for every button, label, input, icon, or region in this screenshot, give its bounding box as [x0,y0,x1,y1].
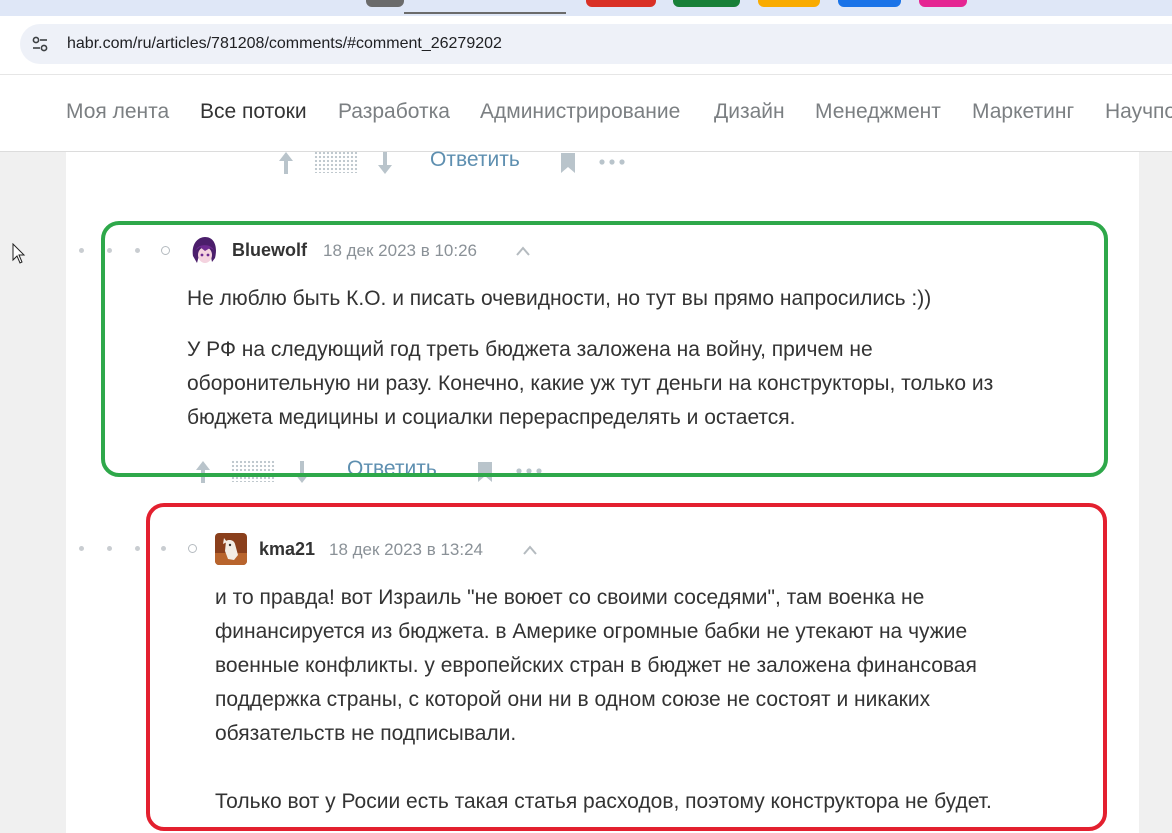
thread-marker[interactable] [161,246,170,255]
more-icon[interactable] [598,152,626,172]
habr-nav: Моя лента Все потоки Разработка Админист… [0,74,1172,152]
comment-line: обязательств не подписывали. [215,722,517,745]
thread-dot [79,546,84,551]
active-tab-indicator [404,12,566,14]
address-bar[interactable]: habr.com/ru/articles/781208/comments/#co… [20,24,1172,64]
comment-body: Не люблю быть К.О. и писать очевидности,… [187,282,993,435]
browser-tab-strip [0,0,1172,16]
rating-placeholder [314,151,358,173]
browser-tab[interactable] [838,0,901,7]
address-bar-url[interactable]: habr.com/ru/articles/781208/comments/#co… [67,35,502,53]
chevron-up-icon[interactable] [515,245,531,257]
comment-line: У РФ на следующий год треть бюджета зало… [187,338,873,361]
browser-tab[interactable] [758,0,820,7]
upvote-icon[interactable] [193,459,213,485]
browser-tab[interactable] [586,0,656,7]
browser-tab[interactable] [366,0,404,7]
thread-dot [107,546,112,551]
downvote-icon[interactable] [375,150,395,176]
thread-marker[interactable] [188,544,197,553]
tune-icon[interactable] [30,34,50,54]
bookmark-icon[interactable] [559,152,577,174]
thread-dot [79,248,84,253]
chevron-up-icon[interactable] [522,544,538,556]
nav-item-design[interactable]: Дизайн [714,100,785,124]
nav-item-all-streams[interactable]: Все потоки [200,100,307,124]
thread-dot [135,546,140,551]
comment-line: Только вот у Росии есть такая статья рас… [215,790,992,813]
thread-dot [135,248,140,253]
comment-author[interactable]: kma21 [259,539,315,560]
comment-line: бюджета медицины и социалки перераспреде… [187,406,796,429]
mouse-cursor-icon [12,243,26,264]
comment-line: Не люблю быть К.О. и писать очевидности,… [187,287,932,310]
thread-dot [161,546,166,551]
nav-item-management[interactable]: Менеджмент [815,100,941,124]
comment-actions: Ответить [193,457,553,487]
comment-line: поддержка страны, с которой они ни в одн… [215,688,931,711]
reply-button[interactable]: Ответить [430,148,520,172]
comment-date[interactable]: 18 дек 2023 в 13:24 [329,540,483,560]
avatar[interactable] [215,533,247,565]
thread-dot [107,248,112,253]
comment-line: оборонительную ни разу. Конечно, какие у… [187,372,994,395]
bookmark-icon[interactable] [476,461,494,483]
avatar[interactable] [188,234,220,266]
browser-toolbar: habr.com/ru/articles/781208/comments/#co… [0,16,1172,74]
nav-item-popsci[interactable]: Научпоп [1105,100,1172,124]
nav-item-administration[interactable]: Администрирование [480,100,680,124]
upvote-icon[interactable] [276,150,296,176]
downvote-icon[interactable] [292,459,312,485]
more-icon[interactable] [515,461,543,481]
comment-line: военные конфликты. у европейских стран в… [215,654,977,677]
browser-tab[interactable] [919,0,967,7]
nav-item-development[interactable]: Разработка [338,100,450,124]
reply-button[interactable]: Ответить [347,457,437,481]
browser-tab[interactable] [673,0,740,7]
comment-line: финансируется из бюджета. в Америке огро… [215,620,968,643]
comment-body: и то правда! вот Израиль "не воюет со св… [215,581,992,819]
comment-date[interactable]: 18 дек 2023 в 10:26 [323,241,477,261]
nav-item-marketing[interactable]: Маркетинг [972,100,1074,124]
comment-author[interactable]: Bluewolf [232,240,307,261]
comment-line: и то правда! вот Израиль "не воюет со св… [215,586,925,609]
comment-actions: Ответить [276,148,636,178]
nav-item-my-feed[interactable]: Моя лента [66,100,169,124]
rating-placeholder [231,460,275,482]
